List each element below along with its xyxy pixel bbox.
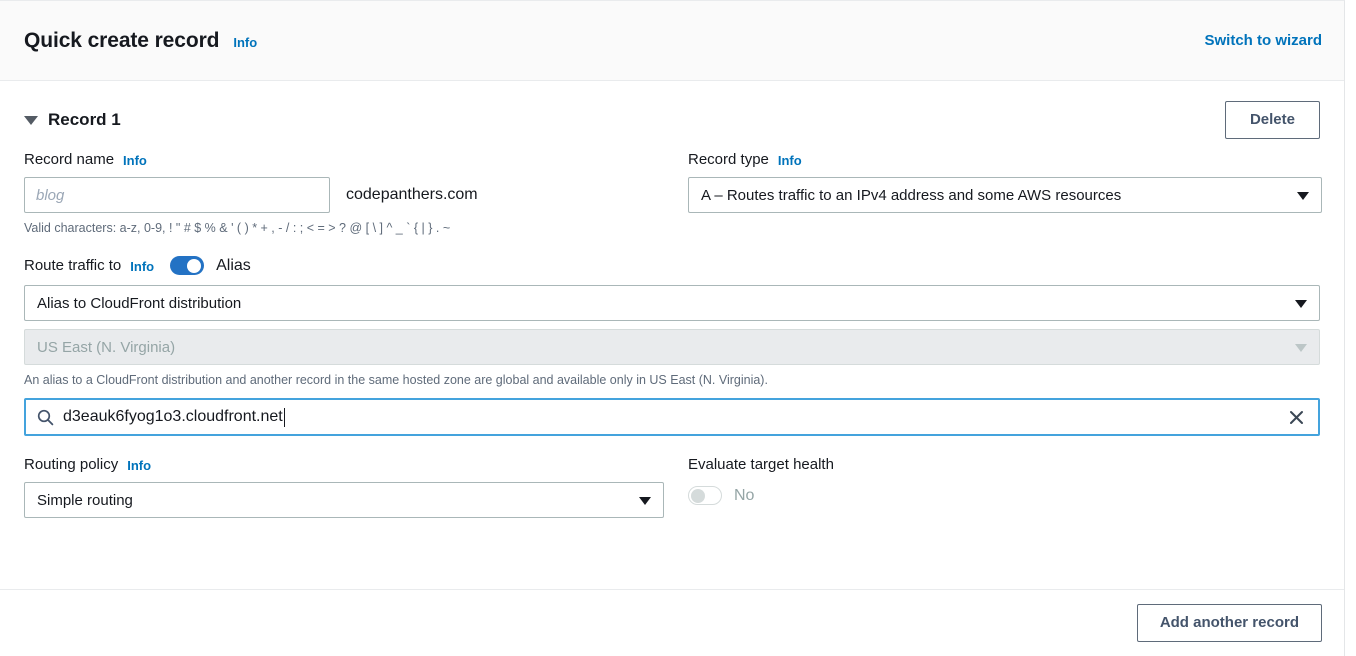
caret-down-icon[interactable] xyxy=(24,115,38,125)
route-traffic-info-link[interactable]: Info xyxy=(130,258,154,276)
chevron-down-icon xyxy=(1295,344,1307,352)
record-type-select[interactable]: A – Routes traffic to an IPv4 address an… xyxy=(688,177,1322,213)
record-type-value: A – Routes traffic to an IPv4 address an… xyxy=(701,186,1122,204)
chevron-down-icon xyxy=(1297,192,1309,200)
record-name-input-row: codepanthers.com xyxy=(24,177,664,213)
routing-policy-label-row: Routing policy Info xyxy=(24,456,664,474)
evaluate-target-health-label: Evaluate target health xyxy=(688,456,834,473)
record-type-group: Record type Info A – Routes traffic to a… xyxy=(688,151,1322,236)
routing-policy-group: Routing policy Info Simple routing xyxy=(24,456,664,518)
card-footer: Add another record xyxy=(0,589,1344,656)
route-traffic-label-row: Route traffic to Info Alias xyxy=(24,256,1320,275)
evaluate-target-health-toggle-knob xyxy=(691,488,705,503)
add-another-record-button[interactable]: Add another record xyxy=(1136,604,1322,642)
routing-policy-value: Simple routing xyxy=(37,491,133,509)
text-cursor xyxy=(284,407,285,427)
alias-target-type-select[interactable]: Alias to CloudFront distribution xyxy=(24,285,1320,321)
page-title: Quick create record xyxy=(24,28,220,52)
card-body: Record 1 Delete Record name Info codepan… xyxy=(0,81,1344,518)
route-traffic-group: Route traffic to Info Alias Alias to Clo… xyxy=(24,256,1320,436)
record-name-input[interactable] xyxy=(24,177,330,213)
header-info-link[interactable]: Info xyxy=(233,35,257,50)
switch-to-wizard-link[interactable]: Switch to wizard xyxy=(1204,32,1322,49)
alias-toggle[interactable] xyxy=(170,256,205,275)
routing-policy-select[interactable]: Simple routing xyxy=(24,482,664,518)
alias-region-select: US East (N. Virginia) xyxy=(24,329,1320,365)
record-name-help-text: Valid characters: a-z, 0-9, ! " # $ % & … xyxy=(24,221,451,235)
evaluate-target-health-toggle[interactable] xyxy=(688,486,722,505)
evaluate-target-health-label-row: Evaluate target health xyxy=(688,456,1322,474)
routing-policy-info-link[interactable]: Info xyxy=(127,457,151,475)
record-name-label-row: Record name Info xyxy=(24,151,664,169)
search-icon xyxy=(37,409,54,426)
alias-toggle-wrap: Alias xyxy=(170,256,251,275)
quick-create-record-page: Quick create record Info Switch to wizar… xyxy=(0,0,1356,656)
evaluate-target-health-toggle-wrap: No xyxy=(688,486,754,505)
alias-endpoint-search-box[interactable] xyxy=(24,398,1320,436)
name-type-row: Record name Info codepanthers.com Valid … xyxy=(24,151,1322,236)
evaluate-target-health-group: Evaluate target health No xyxy=(688,456,1322,518)
alias-endpoint-input[interactable] xyxy=(63,400,285,434)
record-name-group: Record name Info codepanthers.com Valid … xyxy=(24,151,664,236)
alias-toggle-knob xyxy=(187,258,202,273)
record-name-info-link[interactable]: Info xyxy=(123,152,147,170)
record-name-label: Record name xyxy=(24,151,115,168)
alias-region-help-text: An alias to a CloudFront distribution an… xyxy=(24,373,768,387)
alias-region-value: US East (N. Virginia) xyxy=(37,338,176,356)
record-type-label-row: Record type Info xyxy=(688,151,1322,169)
delete-button[interactable]: Delete xyxy=(1224,101,1320,139)
domain-suffix: codepanthers.com xyxy=(346,186,478,203)
route-traffic-label: Route traffic to xyxy=(24,256,122,274)
routing-policy-label: Routing policy xyxy=(24,456,119,473)
chevron-down-icon xyxy=(639,497,651,505)
close-icon[interactable] xyxy=(1288,409,1305,426)
alias-target-type-value: Alias to CloudFront distribution xyxy=(37,294,242,312)
alias-toggle-label: Alias xyxy=(216,256,251,274)
record-card: Quick create record Info Switch to wizar… xyxy=(0,0,1345,656)
policy-health-row: Routing policy Info Simple routing Evalu… xyxy=(24,456,1320,518)
evaluate-target-health-value: No xyxy=(734,486,755,504)
card-header: Quick create record Info Switch to wizar… xyxy=(0,1,1344,81)
record-type-label: Record type xyxy=(688,151,769,168)
record-type-info-link[interactable]: Info xyxy=(778,152,802,170)
record-title: Record 1 xyxy=(48,110,121,129)
record-header-row: Record 1 Delete xyxy=(24,81,1320,151)
chevron-down-icon xyxy=(1295,300,1307,308)
